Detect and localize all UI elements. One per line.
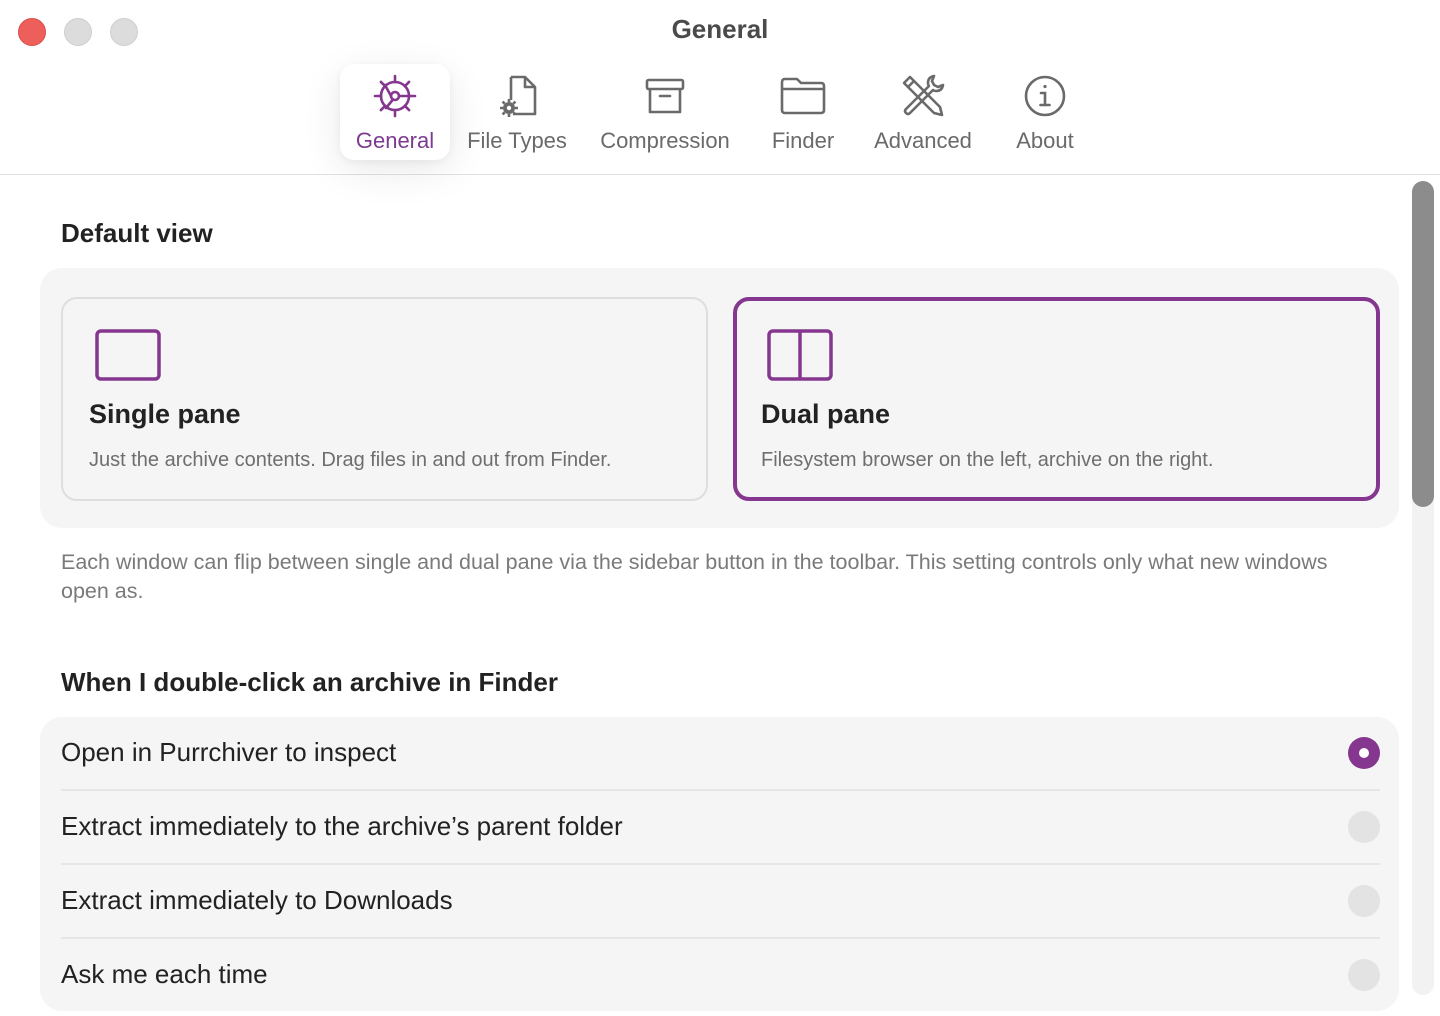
single-pane-option[interactable]: Single pane Just the archive contents. D…	[61, 297, 708, 501]
tab-compression[interactable]: Compression	[590, 64, 740, 160]
tab-advanced[interactable]: Advanced	[862, 64, 984, 160]
scrollbar-thumb[interactable]	[1412, 181, 1434, 507]
dual-pane-title: Dual pane	[761, 399, 891, 429]
tab-about[interactable]: About	[1004, 64, 1086, 160]
section-title-default-view: Default view	[61, 218, 213, 248]
dual-pane-icon	[767, 329, 833, 386]
tab-label: About	[1016, 128, 1074, 153]
radio-button[interactable]	[1348, 885, 1380, 917]
single-pane-icon	[95, 329, 161, 386]
default-view-note: Each window can flip between single and …	[61, 550, 1328, 603]
archive-box-icon	[637, 70, 693, 122]
option-extract-downloads[interactable]: Extract immediately to Downloads	[61, 865, 1380, 939]
radio-button-selected[interactable]	[1348, 737, 1380, 769]
option-ask-each-time[interactable]: Ask me each time	[61, 939, 1380, 1013]
radio-button[interactable]	[1348, 811, 1380, 843]
tab-label: Advanced	[874, 128, 972, 153]
option-label: Open in Purrchiver to inspect	[61, 737, 397, 767]
option-label: Ask me each time	[61, 959, 268, 989]
tab-label: File Types	[467, 128, 567, 153]
option-open-in-purrchiver[interactable]: Open in Purrchiver to inspect	[61, 717, 1380, 791]
tab-finder[interactable]: Finder	[760, 64, 846, 160]
tab-label: Finder	[771, 128, 835, 153]
gear-icon	[367, 70, 423, 122]
tab-file-types[interactable]: File Types	[458, 64, 576, 160]
single-pane-description: Just the archive contents. Drag files in…	[89, 449, 612, 471]
option-label: Extract immediately to the archive’s par…	[61, 811, 623, 841]
window-title: General	[671, 14, 769, 44]
tab-label: General	[355, 128, 435, 153]
option-extract-parent-folder[interactable]: Extract immediately to the archive’s par…	[61, 791, 1380, 865]
dual-pane-description: Filesystem browser on the left, archive …	[761, 449, 1214, 471]
tools-icon	[895, 70, 951, 122]
document-gear-icon	[489, 70, 545, 122]
radio-button[interactable]	[1348, 959, 1380, 991]
section-title-double-click: When I double-click an archive in Finder	[61, 667, 558, 697]
single-pane-title: Single pane	[89, 399, 241, 429]
dual-pane-option[interactable]: Dual pane Filesystem browser on the left…	[733, 297, 1380, 501]
info-circle-icon	[1017, 70, 1073, 122]
tab-label: Compression	[600, 128, 730, 153]
tab-general[interactable]: General	[340, 64, 450, 160]
option-label: Extract immediately to Downloads	[61, 885, 453, 915]
folder-icon	[775, 70, 831, 122]
